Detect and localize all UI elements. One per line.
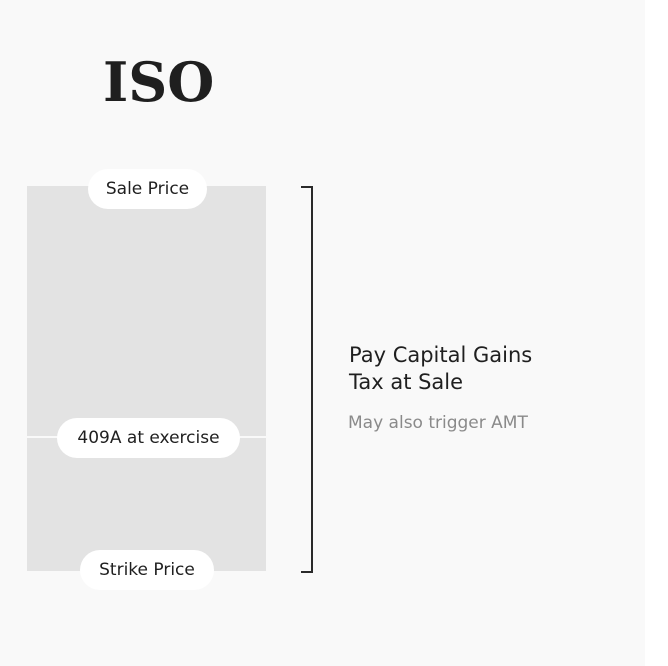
capital-gains-line-1: Pay Capital Gains	[349, 343, 533, 367]
range-bracket	[301, 186, 313, 573]
capital-gains-line-2: Tax at Sale	[349, 370, 464, 394]
strike-price-label: Strike Price	[80, 550, 214, 590]
capital-gains-heading: Pay Capital Gains Tax at Sale	[349, 342, 532, 396]
409a-at-exercise-label: 409A at exercise	[57, 418, 240, 458]
price-range-bar	[27, 186, 266, 571]
sale-price-text: Sale Price	[105, 179, 190, 199]
409a-at-exercise-text: 409A at exercise	[77, 428, 220, 448]
strike-price-text: Strike Price	[99, 560, 195, 580]
diagram-title: ISO	[103, 50, 215, 114]
amt-note: May also trigger AMT	[348, 413, 528, 433]
diagram-canvas: ISO Sale Price 409A at exercise Strike P…	[0, 0, 645, 666]
bracket-path	[301, 186, 313, 573]
sale-price-label: Sale Price	[88, 169, 207, 209]
